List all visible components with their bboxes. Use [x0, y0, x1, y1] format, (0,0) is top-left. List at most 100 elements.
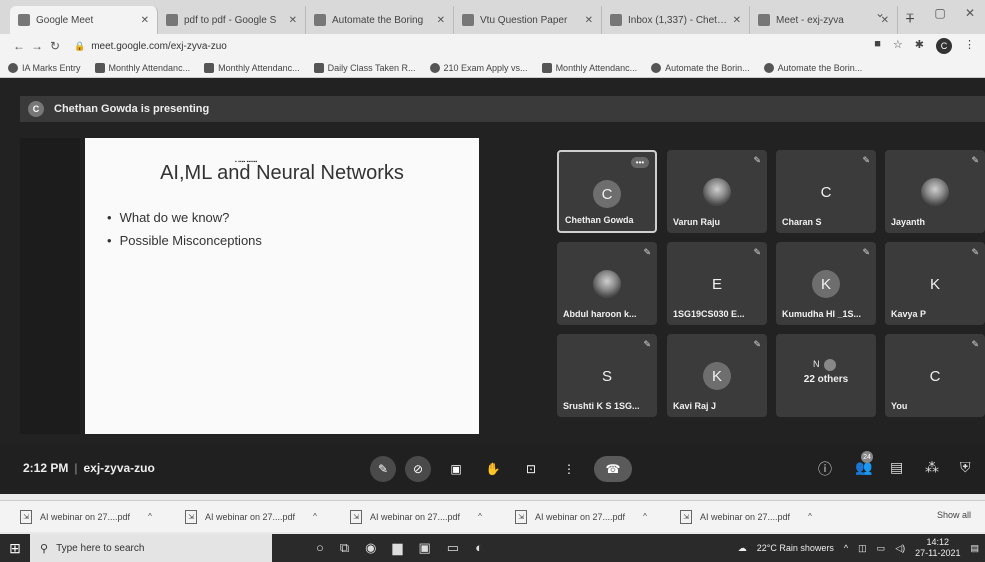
- participant-name: Kumudha HI _1S...: [782, 309, 862, 319]
- network-icon[interactable]: ◫: [858, 543, 867, 554]
- battery-icon[interactable]: ▭: [877, 543, 886, 554]
- mic-toggle-button[interactable]: ✎: [370, 456, 396, 482]
- participant-tile[interactable]: ✎ C Charan S: [776, 150, 876, 233]
- others-tile[interactable]: N 22 others: [776, 334, 876, 417]
- chevron-up-icon[interactable]: ^: [643, 512, 647, 521]
- notifications-icon[interactable]: ▤: [970, 543, 979, 554]
- browser-tab[interactable]: Vtu Question Paper ✕: [454, 6, 602, 34]
- download-item[interactable]: ⇲ AI webinar on 27....pdf ^: [680, 509, 845, 524]
- chevron-up-icon[interactable]: ^: [313, 512, 317, 521]
- participant-tile[interactable]: ••• C Chethan Gowda: [557, 150, 657, 233]
- captions-button[interactable]: ▣: [443, 456, 469, 482]
- weather-text[interactable]: 22°C Rain showers: [757, 543, 834, 553]
- back-arrow-icon[interactable]: ←: [10, 39, 28, 53]
- browser-tab[interactable]: pdf to pdf - Google S ✕: [158, 6, 306, 34]
- photos-icon[interactable]: ▭: [447, 540, 459, 556]
- forward-arrow-icon[interactable]: →: [28, 39, 46, 53]
- bookmark-item[interactable]: Monthly Attendanc...: [204, 62, 300, 73]
- profile-avatar-icon[interactable]: C: [936, 38, 952, 54]
- meeting-details-button[interactable]: ⓘ: [818, 459, 832, 479]
- taskbar-search-box[interactable]: ⚲ Type here to search: [30, 534, 272, 562]
- word-icon[interactable]: ▣: [419, 540, 431, 556]
- download-item[interactable]: ⇲ AI webinar on 27....pdf ^: [350, 509, 515, 524]
- host-controls-button[interactable]: ⛨: [960, 459, 971, 476]
- chevron-up-icon[interactable]: ^: [808, 512, 812, 521]
- bookmark-item[interactable]: Automate the Borin...: [651, 62, 750, 73]
- address-bar-actions: ■ ☆ ✱ C ⋮: [874, 38, 975, 54]
- cortana-icon[interactable]: ○: [316, 540, 324, 556]
- participant-tile[interactable]: ✎ K Kavi Raj J: [667, 334, 767, 417]
- participant-name: Kavi Raj J: [673, 401, 717, 411]
- url-field[interactable]: meet.google.com/exj-zyva-zuo: [91, 41, 874, 52]
- tray-chevron-icon[interactable]: ^: [844, 543, 848, 553]
- windows-start-icon[interactable]: ⊞: [0, 534, 30, 562]
- activities-button[interactable]: ⁂: [925, 459, 939, 476]
- lock-icon[interactable]: 🔒: [74, 41, 85, 52]
- speaker-icon[interactable]: ◁): [895, 543, 905, 554]
- chrome-icon[interactable]: ◉: [365, 540, 376, 556]
- participant-tile[interactable]: ✎ K Kavya P: [885, 242, 985, 325]
- bookmark-item[interactable]: Daily Class Taken R...: [313, 62, 416, 73]
- close-window-icon[interactable]: ✕: [955, 0, 985, 26]
- download-item[interactable]: ⇲ AI webinar on 27....pdf ^: [20, 509, 185, 524]
- chevron-down-icon[interactable]: ⌄: [865, 0, 895, 26]
- people-button[interactable]: 24 👥: [855, 451, 873, 476]
- meeting-time: 2:12 PM: [23, 461, 69, 475]
- download-item[interactable]: ⇲ AI webinar on 27....pdf ^: [515, 509, 680, 524]
- participant-name: 1SG19CS030 E...: [673, 309, 745, 319]
- participant-tile[interactable]: ✎ S Srushti K S 1SG...: [557, 334, 657, 417]
- menu-dots-icon[interactable]: ⋮: [964, 38, 975, 54]
- hand-icon: ✋: [485, 462, 501, 476]
- camera-icon[interactable]: ■: [874, 38, 881, 54]
- participant-tile[interactable]: ✎ Jayanth: [885, 150, 985, 233]
- close-tab-icon[interactable]: ✕: [733, 15, 741, 26]
- extensions-icon[interactable]: ✱: [915, 38, 924, 54]
- self-tile[interactable]: ✎ C You: [885, 334, 985, 417]
- task-view-icon[interactable]: ⧉: [340, 540, 349, 556]
- reload-icon[interactable]: ↻: [46, 39, 64, 53]
- browser-tab[interactable]: Automate the Boring ✕: [306, 6, 454, 34]
- tab-title: Meet - exj-zyva: [776, 14, 844, 26]
- raise-hand-button[interactable]: ✋: [480, 456, 506, 482]
- bookmark-label: Monthly Attendanc...: [218, 62, 300, 73]
- browser-tab[interactable]: Inbox (1,337) - Chethan ✕: [602, 6, 750, 34]
- present-button[interactable]: ⊡: [518, 456, 544, 482]
- others-avatar: [824, 359, 836, 371]
- maximize-icon[interactable]: ▢: [925, 0, 955, 26]
- participant-tile[interactable]: ✎ Abdul haroon k...: [557, 242, 657, 325]
- participant-tile[interactable]: ✎ E 1SG19CS030 E...: [667, 242, 767, 325]
- chevron-up-icon[interactable]: ^: [148, 512, 152, 521]
- meet-stage: C Chethan Gowda is presenting ▪ ▪▪▪▪ ▪▪▪…: [0, 78, 985, 494]
- participant-tile[interactable]: ✎ K Kumudha HI _1S...: [776, 242, 876, 325]
- mic-off-icon: ✎: [971, 247, 979, 257]
- taskbar-clock[interactable]: 14:12 27-11-2021: [915, 537, 960, 559]
- participant-tile[interactable]: ✎ Varun Raju: [667, 150, 767, 233]
- pdf-icon: ⇲: [515, 509, 527, 524]
- more-options-button[interactable]: ⋮: [556, 456, 582, 482]
- show-all-downloads-button[interactable]: Show all: [937, 510, 971, 520]
- participant-name: Varun Raju: [673, 217, 721, 227]
- close-tab-icon[interactable]: ✕: [437, 15, 445, 26]
- bookmark-star-icon[interactable]: ☆: [893, 38, 903, 54]
- close-tab-icon[interactable]: ✕: [141, 15, 149, 26]
- close-tab-icon[interactable]: ✕: [585, 15, 593, 26]
- close-tab-icon[interactable]: ✕: [289, 15, 297, 26]
- chat-button[interactable]: ▤: [890, 459, 903, 476]
- bookmark-item[interactable]: Monthly Attendanc...: [541, 62, 637, 73]
- mic-off-icon: ✎: [971, 155, 979, 165]
- app-icon[interactable]: ◐: [475, 540, 483, 556]
- bookmark-item[interactable]: IA Marks Entry: [8, 62, 81, 73]
- camera-toggle-button[interactable]: ⊘: [405, 456, 431, 482]
- more-options-icon[interactable]: •••: [631, 157, 649, 168]
- file-explorer-icon[interactable]: ▆: [393, 540, 403, 556]
- pdf-icon: ⇲: [680, 509, 692, 524]
- minimize-icon[interactable]: –: [895, 0, 925, 26]
- browser-tab[interactable]: Google Meet ✕: [10, 6, 158, 34]
- leave-call-button[interactable]: ☎: [594, 456, 632, 482]
- avatar: S: [601, 367, 612, 385]
- download-item[interactable]: ⇲ AI webinar on 27....pdf ^: [185, 509, 350, 524]
- bookmark-item[interactable]: Monthly Attendanc...: [94, 62, 190, 73]
- bookmark-item[interactable]: Automate the Borin...: [763, 62, 862, 73]
- chevron-up-icon[interactable]: ^: [478, 512, 482, 521]
- bookmark-item[interactable]: 210 Exam Apply vs...: [429, 62, 528, 73]
